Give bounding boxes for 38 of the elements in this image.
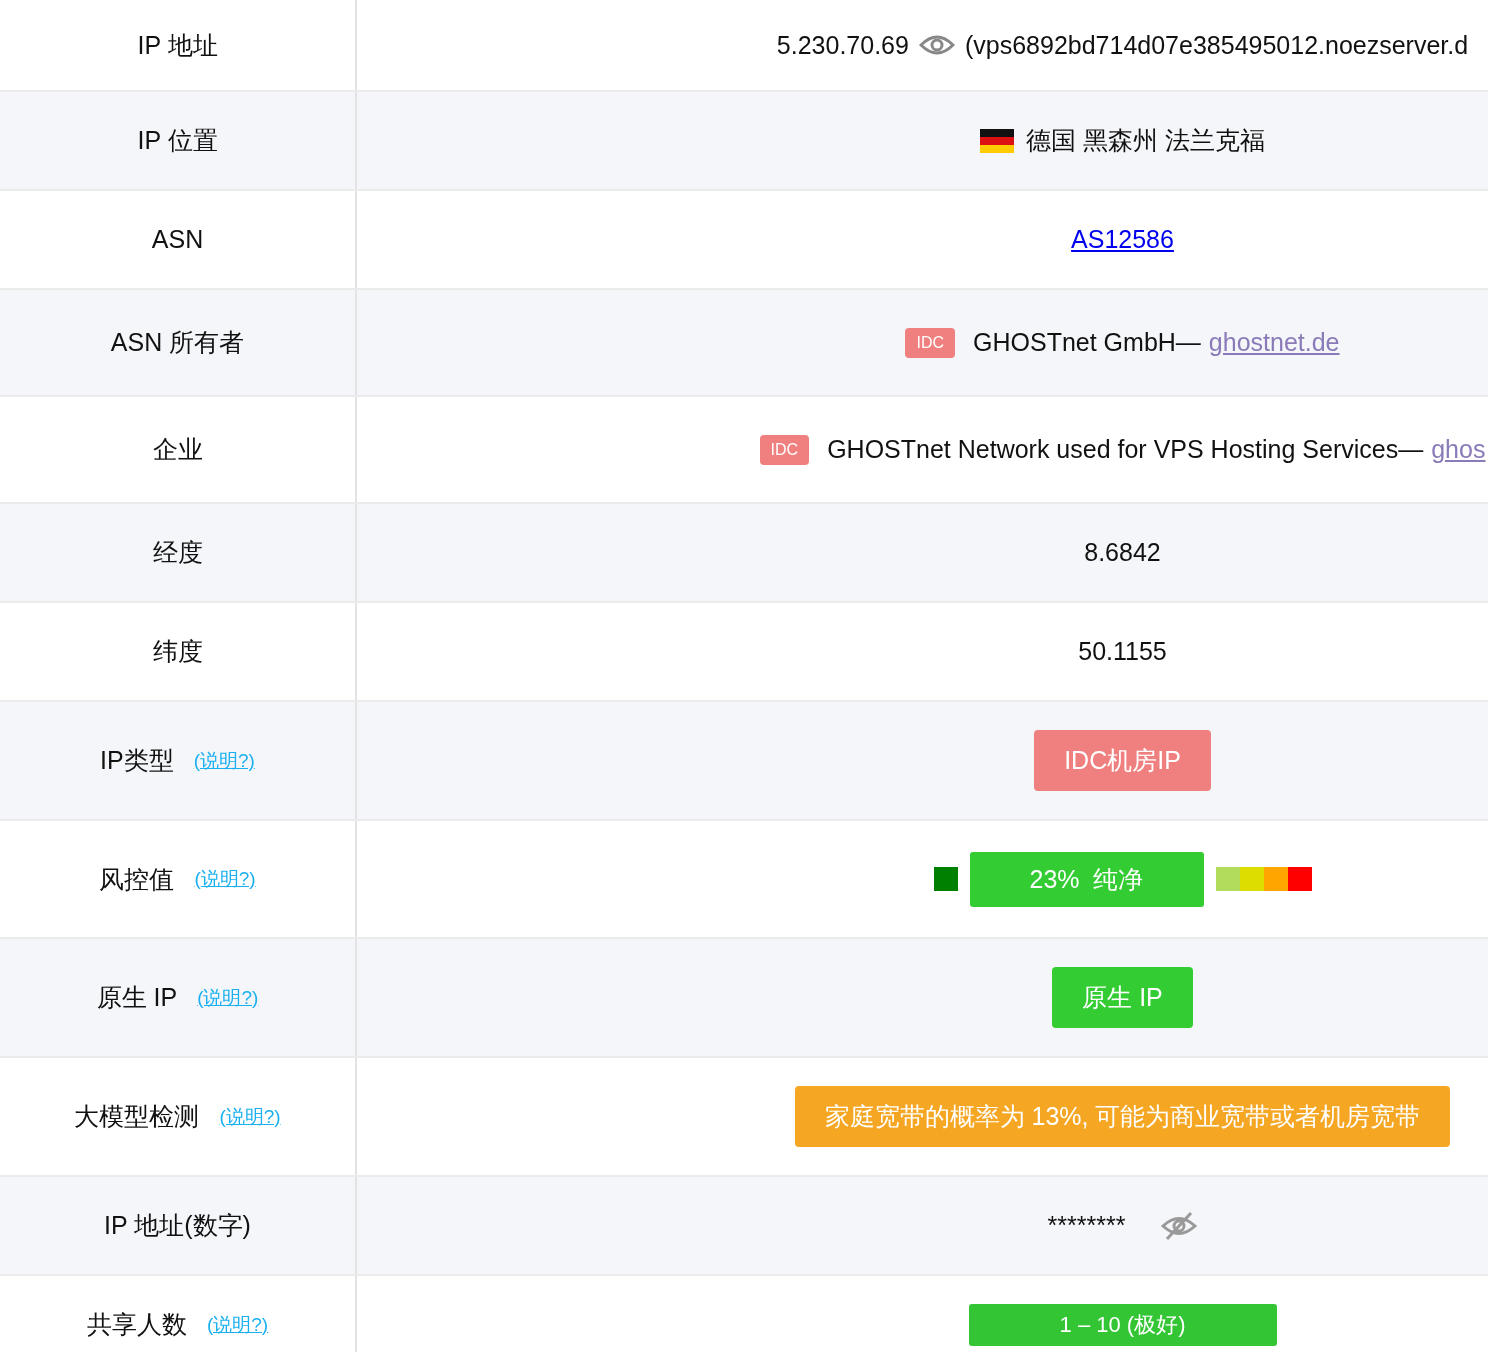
row-label: 风控值 — [99, 863, 175, 895]
row-label: ASN 所有者 — [110, 327, 245, 358]
row-label: IP 地址 — [137, 29, 218, 61]
help-link[interactable]: (说明?) — [197, 984, 259, 1011]
row-label: 共享人数 — [86, 1309, 187, 1340]
row-label: IP 地址(数字) — [104, 1210, 251, 1241]
hostname-text: (vps6892bd714d07e385495012.noezserver.d — [964, 30, 1469, 60]
help-link[interactable]: (说明?) — [219, 1103, 281, 1130]
idc-tag: IDC — [759, 434, 810, 465]
row-label: 原生 IP — [96, 982, 178, 1013]
row-label: 大模型检测 — [74, 1101, 200, 1132]
row-label: 经度 — [152, 537, 203, 568]
row-label: IP类型 — [100, 745, 174, 776]
type-badge: 家庭宽带的概率为 13%, 可能为商业宽带或者机房宽带 — [794, 1086, 1451, 1147]
type-badge: 原生 IP — [1052, 967, 1193, 1028]
flag-icon — [980, 128, 1015, 153]
organization-name: GHOSTnet Network used for VPS Hosting Services— — [827, 435, 1424, 464]
risk-score-badge: 23% 纯净 — [969, 851, 1204, 907]
row-label: IP 位置 — [137, 125, 218, 156]
ip-address: 5.230.70.69 — [776, 30, 909, 60]
masked-value: ******** — [1047, 1211, 1126, 1240]
value-text: 50.1155 — [1078, 637, 1167, 666]
value-text: 8.6842 — [1084, 538, 1161, 567]
location-text: 德国 黑森州 法兰克福 — [1026, 125, 1265, 156]
help-link[interactable]: (说明?) — [193, 747, 255, 774]
eye-slash-icon[interactable] — [1161, 1210, 1198, 1241]
asn-link[interactable]: AS12586 — [1071, 225, 1174, 254]
row-label: 纬度 — [152, 636, 203, 667]
website-link[interactable]: ghostnet.de — [1208, 328, 1340, 357]
idc-tag: IDC — [905, 327, 956, 358]
help-link[interactable]: (说明?) — [194, 866, 256, 892]
row-label: 企业 — [152, 434, 203, 465]
row-label: ASN — [151, 225, 204, 254]
type-badge: IDC机房IP — [1034, 730, 1211, 791]
rating-badge: 1 – 10 (极好) — [968, 1303, 1277, 1346]
organization-name: GHOSTnet GmbH— — [973, 328, 1201, 357]
help-link[interactable]: (说明?) — [206, 1311, 269, 1338]
website-link[interactable]: ghos — [1431, 435, 1486, 464]
